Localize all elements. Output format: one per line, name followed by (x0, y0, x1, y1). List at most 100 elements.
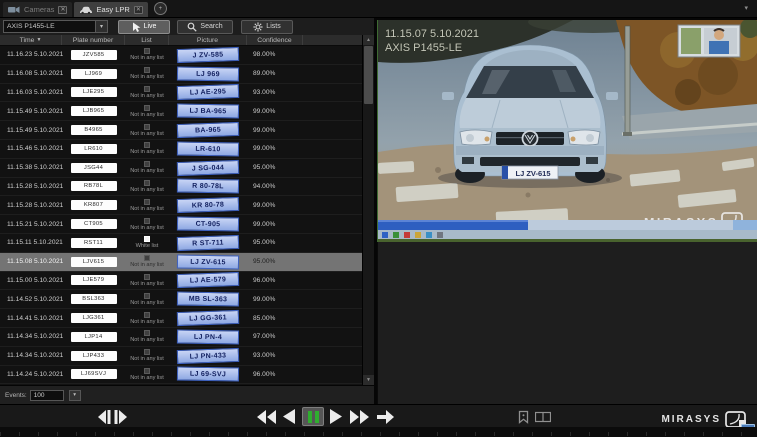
table-row[interactable]: 11.15.00 5.10.2021 LJE579 Not in any lis… (0, 272, 362, 291)
brand-name: MIRASYS (661, 414, 721, 425)
table-row[interactable]: 11.14.34 5.10.2021 LJP433 Not in any lis… (0, 347, 362, 366)
column-header-list[interactable]: List (125, 35, 169, 45)
table-row[interactable]: 11.16.03 5.10.2021 LJE295 Not in any lis… (0, 84, 362, 103)
list-checkbox[interactable] (144, 293, 150, 299)
timeline-bar[interactable] (0, 427, 757, 437)
tab-easy-lpr[interactable]: Easy LPR ✕ (74, 2, 147, 17)
column-header-time[interactable]: Time ▼ (0, 35, 62, 45)
table-row[interactable]: 11.15.46 5.10.2021 LR610 Not in any list… (0, 140, 362, 159)
live-button[interactable]: Live (118, 20, 170, 34)
step-forward-icon (114, 410, 128, 424)
list-checkbox[interactable] (144, 236, 150, 242)
plate-picture: J SG-044 (177, 160, 239, 176)
scroll-down-icon[interactable]: ▼ (363, 375, 374, 385)
table-row[interactable]: 11.16.23 5.10.2021 JZV585 Not in any lis… (0, 46, 362, 65)
events-count-input[interactable]: 100 (30, 390, 64, 401)
close-icon[interactable]: ✕ (134, 6, 143, 14)
event-time: 11.16.08 5.10.2021 (0, 70, 62, 77)
pointer-icon (132, 22, 141, 32)
plate-number: LJV615 (71, 257, 117, 267)
table-scrollbar[interactable]: ▲ ▼ (362, 35, 374, 385)
table-row[interactable]: 11.15.08 5.10.2021 LJV615 Not in any lis… (0, 253, 362, 272)
list-cell: Not in any list (125, 255, 169, 268)
column-header-plate[interactable]: Plate number (62, 35, 125, 45)
table-row[interactable]: 11.15.49 5.10.2021 LJB965 Not in any lis… (0, 102, 362, 121)
events-dropdown-icon[interactable]: ▾ (69, 390, 81, 401)
list-checkbox[interactable] (144, 142, 150, 148)
picture-cell: R ST-711 (169, 236, 247, 250)
list-checkbox[interactable] (144, 180, 150, 186)
arrow-right-icon (377, 410, 394, 424)
table-header: Time ▼ Plate number List Picture Confide… (0, 35, 362, 46)
plate-cell: LJB965 (62, 106, 125, 116)
play-backward-button[interactable] (283, 408, 295, 425)
event-time: 11.15.49 5.10.2021 (0, 108, 62, 115)
table-row[interactable]: 11.14.41 5.10.2021 LJG361 Not in any lis… (0, 309, 362, 328)
fast-forward-button[interactable] (350, 408, 369, 425)
table-row[interactable]: 11.15.28 5.10.2021 RB78L Not in any list… (0, 178, 362, 197)
list-checkbox[interactable] (144, 368, 150, 374)
event-time: 11.14.34 5.10.2021 (0, 352, 62, 359)
plate-picture: R 80-78L (177, 179, 239, 194)
list-cell: Not in any list (125, 312, 169, 325)
list-checkbox[interactable] (144, 312, 150, 318)
list-checkbox[interactable] (144, 199, 150, 205)
list-checkbox[interactable] (144, 105, 150, 111)
camera-view[interactable]: LJ ZV-615 MIRASYS (377, 20, 757, 242)
table-row[interactable]: 11.14.52 5.10.2021 BSL363 Not in any lis… (0, 290, 362, 309)
list-label: Not in any list (130, 262, 164, 268)
column-header-picture[interactable]: Picture (169, 35, 247, 45)
plate-cell: LJG361 (62, 313, 125, 323)
jump-forward-button[interactable] (377, 408, 394, 425)
search-button[interactable]: Search (177, 20, 233, 34)
plate-cell: LJE295 (62, 87, 125, 97)
list-cell: Not in any list (125, 368, 169, 381)
table-row[interactable]: 11.14.34 5.10.2021 LJP14 Not in any list… (0, 328, 362, 347)
list-checkbox[interactable] (144, 274, 150, 280)
plate-cell: LR610 (62, 144, 125, 154)
step-forward-button[interactable] (114, 408, 128, 425)
lists-button[interactable]: Lists (241, 20, 293, 34)
list-checkbox[interactable] (144, 218, 150, 224)
pause-button[interactable] (302, 407, 324, 426)
column-header-confidence[interactable]: Confidence (247, 35, 303, 45)
list-label: Not in any list (130, 55, 164, 61)
picture-cell: R 80-78L (169, 179, 247, 193)
list-cell: Not in any list (125, 293, 169, 306)
scrollbar-thumb[interactable] (364, 46, 373, 104)
scroll-up-icon[interactable]: ▲ (363, 35, 374, 45)
table-row[interactable]: 11.15.28 5.10.2021 KR807 Not in any list… (0, 196, 362, 215)
table-row[interactable]: 11.14.24 5.10.2021 LJ69SVJ Not in any li… (0, 366, 362, 385)
rewind-button[interactable] (257, 408, 276, 425)
bookmark-button[interactable] (518, 408, 529, 425)
list-checkbox[interactable] (144, 161, 150, 167)
window-menu-caret-icon[interactable]: ▾ (744, 4, 748, 12)
list-checkbox[interactable] (144, 48, 150, 54)
camera-select[interactable]: AXIS P1455-LE ▾ (3, 20, 108, 33)
rewind-icon (257, 410, 276, 424)
new-tab-button[interactable]: + (154, 2, 167, 15)
close-icon[interactable]: ✕ (58, 6, 67, 14)
list-checkbox[interactable] (144, 349, 150, 355)
plate-picture: MB SL-363 (177, 292, 239, 307)
table-row[interactable]: 11.16.08 5.10.2021 LJ969 Not in any list… (0, 65, 362, 84)
list-checkbox[interactable] (144, 255, 150, 261)
chevron-down-icon[interactable]: ▾ (95, 21, 107, 32)
list-checkbox[interactable] (144, 86, 150, 92)
list-checkbox[interactable] (144, 124, 150, 130)
event-time: 11.15.28 5.10.2021 (0, 183, 62, 190)
event-time: 11.15.08 5.10.2021 (0, 258, 62, 265)
step-backward-button[interactable] (97, 408, 111, 425)
table-row[interactable]: 11.15.11 5.10.2021 RST11 White list R ST… (0, 234, 362, 253)
table-row[interactable]: 11.15.21 5.10.2021 CT905 Not in any list… (0, 215, 362, 234)
frames-view-button[interactable] (535, 408, 551, 425)
table-row[interactable]: 11.15.49 5.10.2021 B4965 Not in any list… (0, 121, 362, 140)
table-row[interactable]: 11.15.38 5.10.2021 JSG44 Not in any list… (0, 159, 362, 178)
tab-cameras[interactable]: Cameras ✕ (3, 2, 72, 17)
list-checkbox[interactable] (144, 330, 150, 336)
plate-number: LJP14 (71, 332, 117, 342)
play-button[interactable] (330, 408, 342, 425)
plate-picture: LJ BA-965 (177, 104, 239, 119)
confidence-value: 95.00% (247, 164, 303, 171)
list-checkbox[interactable] (144, 67, 150, 73)
